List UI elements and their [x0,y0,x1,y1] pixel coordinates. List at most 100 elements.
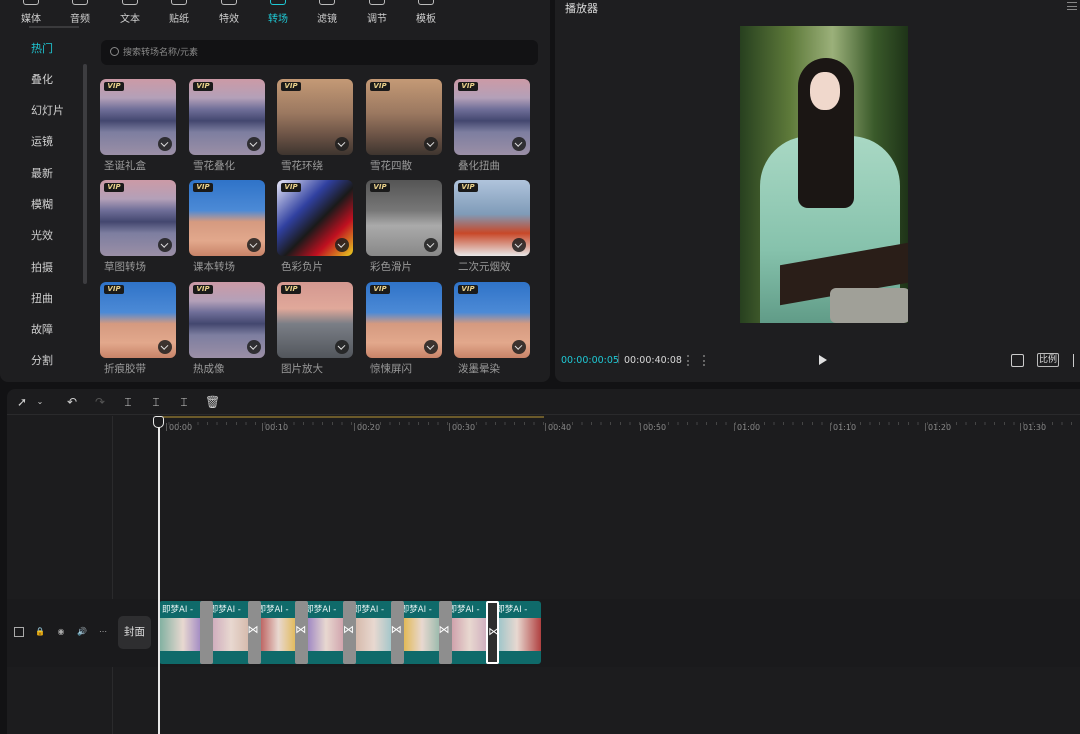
transition-marker[interactable]: ⋈ [486,601,500,664]
transition-thumbnail[interactable]: VIP [366,79,442,155]
transition-card[interactable]: VIP 雪花叠化 [189,79,265,173]
download-icon[interactable] [335,340,349,354]
category-item[interactable]: 最新 [0,162,82,186]
time-ruler[interactable]: 00:00 00:10 00:20 00:30 00:40 00:50 01:0… [159,416,1080,434]
download-icon[interactable] [158,238,172,252]
download-icon[interactable] [512,238,526,252]
transition-card[interactable]: VIP 彩色滑片 [366,180,442,274]
eye-icon[interactable]: ◉ [56,627,66,637]
tab-transition[interactable]: 转场 [253,0,303,28]
transition-thumbnail[interactable]: VIP [366,180,442,256]
category-item[interactable]: 叠化 [0,68,82,92]
transition-card[interactable]: VIP 二次元烟效 [454,180,530,274]
list-icon[interactable] [687,355,705,366]
transition-marker[interactable]: ⋈ [390,601,404,664]
transition-card[interactable]: VIP 折痕胶带 [100,282,176,376]
download-icon[interactable] [247,137,261,151]
player-panel: 播放器 00:00:00:05 | 00:00:40:08 比例 [555,0,1080,382]
download-icon[interactable] [424,238,438,252]
cover-button[interactable]: 封面 [118,616,151,649]
transition-card[interactable]: VIP 惊悚屏闪 [366,282,442,376]
undo-icon[interactable]: ↶ [65,395,79,409]
redo-icon[interactable]: ↷ [93,395,107,409]
tab-media[interactable]: 媒体 [6,0,56,28]
transition-thumbnail[interactable]: VIP [277,79,353,155]
lock-icon[interactable]: 🔒 [35,627,45,637]
transition-card[interactable]: VIP 课本转场 [189,180,265,274]
category-item[interactable]: 拍摄 [0,256,82,280]
video-preview[interactable] [740,26,908,323]
ratio-button[interactable]: 比例 [1037,353,1059,367]
transition-card[interactable]: VIP 雪花四散 [366,79,442,173]
download-icon[interactable] [335,238,349,252]
more-icon[interactable]: ⋯ [98,627,108,637]
transition-thumbnail[interactable]: VIP [100,282,176,358]
video-clip[interactable]: 即梦AI - [493,601,541,664]
transition-marker[interactable]: ⋈ [247,601,261,664]
transition-thumbnail[interactable]: VIP [454,282,530,358]
transition-thumbnail[interactable]: VIP [189,79,265,155]
transition-marker[interactable]: ⋈ [343,601,356,664]
transition-label: 图片放大 [281,363,323,375]
category-item[interactable]: 分割 [0,349,82,373]
download-icon[interactable] [158,340,172,354]
category-item[interactable]: 热门 [0,37,82,61]
fullscreen-icon[interactable] [1073,354,1080,367]
transition-thumbnail[interactable]: VIP [277,180,353,256]
volume-icon[interactable]: 🔊 [77,627,87,637]
tab-text[interactable]: 文本 [105,0,155,28]
tab-adjust[interactable]: 调节 [352,0,402,28]
download-icon[interactable] [158,137,172,151]
tab-audio[interactable]: 音频 [55,0,105,28]
transition-card[interactable]: VIP 雪花环绕 [277,79,353,173]
download-icon[interactable] [247,238,261,252]
tab-sticker[interactable]: 贴纸 [154,0,204,28]
tab-effects[interactable]: 特效 [204,0,254,28]
transition-card[interactable]: VIP 热成像 [189,282,265,376]
transition-thumbnail[interactable]: VIP [100,79,176,155]
tab-filter[interactable]: 滤镜 [302,0,352,28]
transition-thumbnail[interactable]: VIP [189,282,265,358]
chevron-down-icon[interactable]: ⌄ [33,395,47,409]
transition-thumbnail[interactable]: VIP [366,282,442,358]
transition-card[interactable]: VIP 圣诞礼盒 [100,79,176,173]
play-button[interactable] [819,355,827,365]
category-item[interactable]: 光效 [0,224,82,248]
transition-thumbnail[interactable]: VIP [277,282,353,358]
transition-thumbnail[interactable]: VIP [189,180,265,256]
transition-thumbnail[interactable]: VIP [100,180,176,256]
split-icon[interactable]: ⌶ [121,395,135,409]
category-item[interactable]: 幻灯片 [0,99,82,123]
download-icon[interactable] [424,137,438,151]
transition-marker[interactable]: ⋈ [438,601,452,664]
menu-icon[interactable] [1067,2,1077,10]
playhead-handle[interactable] [153,416,164,428]
split-right-icon[interactable]: ⌶ [177,395,191,409]
category-scrollbar[interactable] [83,64,87,284]
transition-thumbnail[interactable]: VIP [454,180,530,256]
download-icon[interactable] [512,137,526,151]
tab-template[interactable]: 模板 [401,0,451,28]
download-icon[interactable] [335,137,349,151]
split-left-icon[interactable]: ⌶ [149,395,163,409]
fit-screen-icon[interactable] [1011,354,1024,367]
transition-card[interactable]: VIP 草图转场 [100,180,176,274]
category-item[interactable]: 扭曲 [0,287,82,311]
transition-marker[interactable]: ⋈ [295,601,309,664]
category-item[interactable]: 模糊 [0,193,82,217]
select-cursor-icon[interactable]: ➚ [15,395,29,409]
download-icon[interactable] [424,340,438,354]
transition-marker[interactable] [199,601,213,664]
playhead[interactable] [158,416,160,734]
transition-card[interactable]: VIP 叠化扭曲 [454,79,530,173]
category-item[interactable]: 故障 [0,318,82,342]
download-icon[interactable] [247,340,261,354]
search-input[interactable] [123,42,523,63]
delete-icon[interactable]: 🗑 [205,395,220,409]
transition-card[interactable]: VIP 泼墨晕染 [454,282,530,376]
transition-card[interactable]: VIP 图片放大 [277,282,353,376]
transition-card[interactable]: VIP 色彩负片 [277,180,353,274]
category-item[interactable]: 运镜 [0,130,82,154]
download-icon[interactable] [512,340,526,354]
transition-thumbnail[interactable]: VIP [454,79,530,155]
